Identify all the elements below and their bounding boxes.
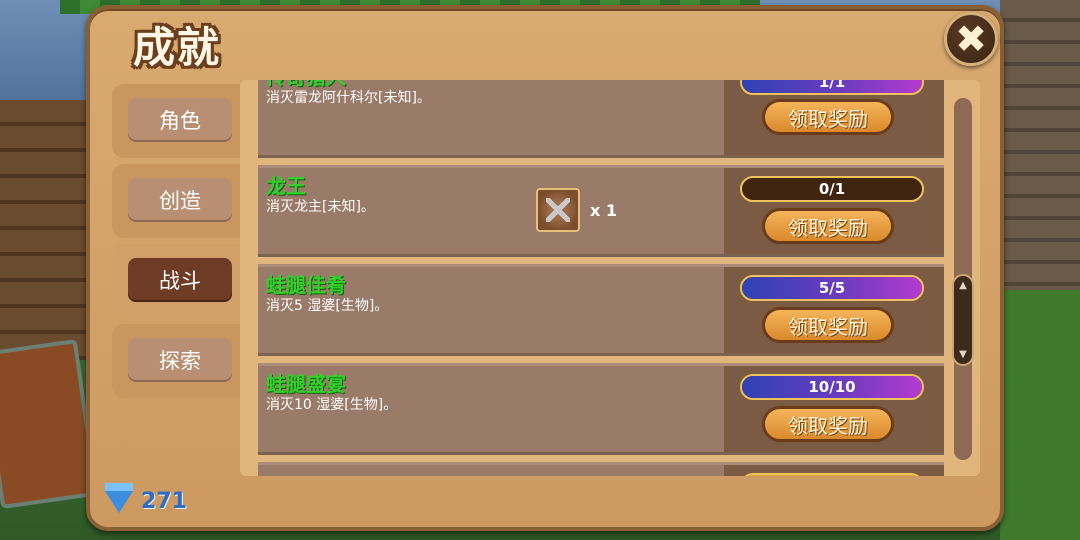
- achievement-list[interactable]: 传奇猎人 消灭雷龙阿什科尔[未知]。 1/1 领取奖励 龙王 消灭龙主[未知]。…: [240, 80, 980, 476]
- tab-explore[interactable]: 探索: [112, 324, 246, 398]
- achievement-description: 消灭龙主[未知]。: [266, 199, 375, 215]
- achievement-name: 蛙腿盛宴: [266, 372, 346, 396]
- claim-reward-button[interactable]: 领取奖励: [762, 406, 894, 442]
- achievement-row: 蛙腿盛宴 消灭10 湿婆[生物]。 10/10 领取奖励: [258, 363, 944, 455]
- progress-bar: 1/1: [740, 80, 924, 95]
- background-stone-wall: [1000, 0, 1080, 300]
- achievement-row: 龙王 消灭龙主[未知]。 x 1 0/1 领取奖励: [258, 165, 944, 257]
- progress-bar: 0/1: [740, 176, 924, 202]
- cross-rune-icon: [536, 188, 580, 232]
- achievement-description: 消灭雷龙阿什科尔[未知]。: [266, 90, 431, 106]
- progress-bar: 5/5: [740, 275, 924, 301]
- progress-bar: [740, 473, 924, 476]
- achievement-row-partial: [258, 462, 944, 476]
- tab-label: 探索: [128, 338, 232, 382]
- tab-label: 战斗: [128, 258, 232, 302]
- achievement-name: 蛙腿佳肴: [266, 273, 346, 297]
- achievement-row: 蛙腿佳肴 消灭5 湿婆[生物]。 5/5 领取奖励: [258, 264, 944, 356]
- progress-text: 5/5: [818, 279, 846, 297]
- tab-label: 角色: [128, 98, 232, 142]
- panel-title: 成就: [133, 23, 222, 72]
- achievement-status-area: 5/5 领取奖励: [724, 267, 944, 353]
- currency-display: 271: [105, 482, 187, 514]
- achievement-status-area: 10/10 领取奖励: [724, 366, 944, 452]
- scroll-up-icon: ▲: [959, 280, 967, 291]
- achievement-status-area: 0/1 领取奖励: [724, 168, 944, 254]
- achievement-row: 传奇猎人 消灭雷龙阿什科尔[未知]。 1/1 领取奖励: [258, 80, 944, 158]
- tab-create[interactable]: 创造: [112, 164, 246, 238]
- background-chest: [0, 338, 99, 510]
- close-button[interactable]: ✖: [944, 12, 998, 66]
- achievement-description: 消灭10 湿婆[生物]。: [266, 397, 398, 413]
- claim-reward-button[interactable]: 领取奖励: [762, 307, 894, 343]
- progress-bar: 10/10: [740, 374, 924, 400]
- currency-value: 271: [141, 489, 187, 514]
- achievement-status-area: 1/1 领取奖励: [724, 80, 944, 155]
- diamond-icon: [105, 482, 133, 513]
- claim-reward-button[interactable]: 领取奖励: [762, 99, 894, 135]
- progress-text: 10/10: [808, 378, 856, 396]
- background-grass: [1000, 290, 1080, 540]
- achievement-status-area: [724, 465, 944, 476]
- reward-item[interactable]: x 1: [536, 188, 617, 232]
- achievement-description: 消灭5 湿婆[生物]。: [266, 298, 389, 314]
- reward-quantity: x 1: [590, 200, 618, 220]
- progress-text: 1/1: [818, 80, 846, 91]
- scrollbar-thumb[interactable]: ▲ ▼: [952, 274, 974, 366]
- close-icon: ✖: [955, 17, 987, 61]
- achievement-name: 龙王: [266, 174, 306, 198]
- progress-text: 0/1: [818, 180, 846, 198]
- tab-character[interactable]: 角色: [112, 84, 246, 158]
- tab-label: 创造: [128, 178, 232, 222]
- scroll-down-icon: ▼: [959, 349, 967, 360]
- tab-combat[interactable]: 战斗: [112, 244, 246, 318]
- claim-reward-button[interactable]: 领取奖励: [762, 208, 894, 244]
